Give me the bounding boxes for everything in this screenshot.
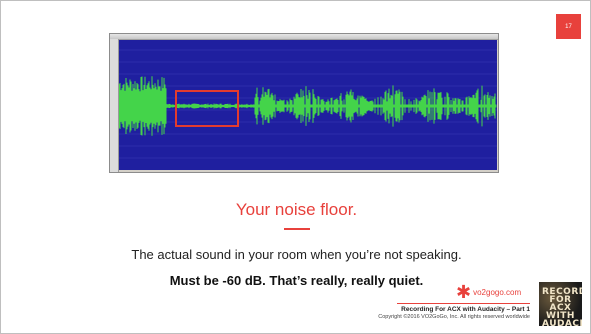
waveform-screenshot <box>109 33 499 173</box>
page-number: 17 <box>565 23 572 30</box>
brand-url: vo2gogo.com <box>473 287 522 297</box>
book-cover-title: RECORDING FOR ACX WITH AUDACITY <box>542 287 582 327</box>
noise-floor-highlight-box <box>175 90 239 127</box>
footer-divider <box>397 303 530 304</box>
slide-title: Your noise floor. <box>235 200 358 219</box>
slide-body-text: The actual sound in your room when you’r… <box>131 247 462 262</box>
waveform-ruler <box>110 39 119 172</box>
footer-copyright: Copyright ©2016 VO2GoGo, Inc. All rights… <box>378 314 530 320</box>
footer-title: Recording For ACX with Audacity – Part 1 <box>401 306 530 313</box>
page-number-badge: 17 <box>556 14 581 39</box>
book-cover-image: RECORDING FOR ACX WITH AUDACITY <box>539 282 582 326</box>
title-divider <box>284 228 310 230</box>
red-star-icon: ✱ <box>456 282 472 302</box>
slide: 17 Your noise floor. The actual sound in… <box>0 0 591 334</box>
brand-logo: ✱ vo2gogo.com <box>456 282 522 302</box>
